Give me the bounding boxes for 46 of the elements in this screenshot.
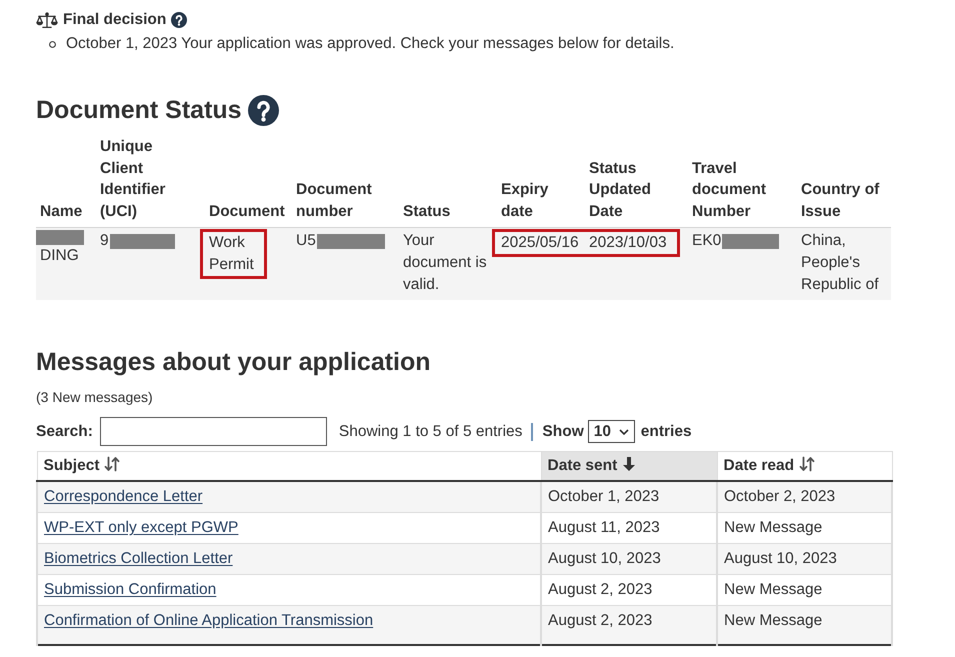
arrow-down-icon	[622, 456, 636, 472]
sort-icon	[104, 456, 120, 472]
show-label: Show	[542, 422, 584, 440]
help-icon[interactable]	[171, 12, 188, 28]
page-size-select[interactable]: 10	[588, 420, 635, 443]
help-icon[interactable]	[248, 94, 279, 126]
sort-header[interactable]: Date read	[717, 452, 892, 481]
decision-text: October 1, 2023 Your application was approved. Check your messages below for details.	[66, 34, 674, 54]
table-cell-text: Your document is valid.	[403, 231, 488, 295]
search-field[interactable]	[100, 417, 327, 446]
final-decision-title: Final decision	[63, 10, 166, 30]
redaction-block	[316, 234, 385, 248]
section-heading: Messages about your application	[36, 347, 431, 378]
caret-icon	[618, 428, 629, 434]
column-header: Country of Issue	[800, 180, 880, 222]
section-heading: Document Status	[36, 95, 242, 126]
sort-header[interactable]: Date sent	[541, 452, 717, 481]
table-cell-text: China, People's Republic of	[801, 231, 880, 295]
entries-info: Showing 1 to 5 of 5 entries	[338, 422, 522, 440]
new-messages-count: (3 New messages)	[36, 388, 153, 407]
sort-icon	[799, 456, 816, 472]
table-cell-text: EK0	[692, 231, 722, 251]
column-header: Unique Client Identifier (UCI)	[99, 137, 166, 222]
subject-link[interactable]: Submission Confirmation	[44, 581, 216, 598]
table-cell-text: 9	[100, 231, 109, 251]
search-label: Search:	[36, 422, 93, 440]
column-header: Document number	[295, 180, 373, 222]
column-header: Status Updated Date	[588, 158, 652, 222]
column-header: Travel document Number	[691, 158, 768, 222]
table-cell-text: DING	[40, 246, 79, 266]
subject-link[interactable]: Correspondence Letter	[44, 488, 203, 505]
redaction-block	[110, 234, 175, 248]
table-cell-text: 2025/05/16	[501, 233, 579, 253]
table-cell-text: U5	[296, 231, 316, 251]
column-header: Status	[402, 202, 452, 222]
table-cell-text: Work Permit	[209, 233, 254, 275]
sort-header[interactable]: Subject	[37, 452, 541, 481]
redaction-block	[36, 230, 84, 245]
scale-icon	[36, 12, 58, 28]
column-header: Expiry date	[500, 180, 550, 222]
redaction-block	[722, 234, 780, 248]
bullet-icon	[49, 40, 56, 48]
column-header: Name	[39, 202, 84, 222]
column-header: Document	[208, 202, 286, 222]
table-cell-text: 2023/10/03	[589, 233, 667, 253]
entries-label: entries	[640, 422, 692, 440]
